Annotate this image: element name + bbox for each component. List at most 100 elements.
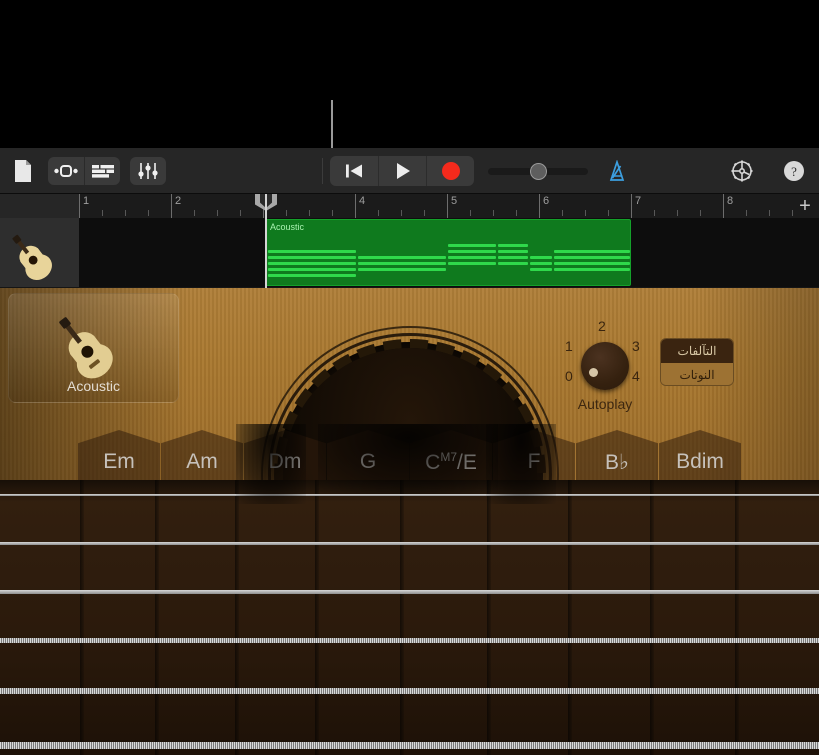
ruler-sub-tick (148, 210, 149, 216)
autoplay-control: 2 1 3 0 4 Autoplay (565, 310, 645, 430)
midi-note (268, 256, 356, 259)
ruler-sub-tick (700, 210, 701, 216)
fret-line (315, 480, 319, 755)
master-volume-slider[interactable] (488, 156, 588, 186)
ruler-sub-tick (309, 210, 310, 216)
acoustic-guitar-icon (51, 302, 139, 380)
instrument-name: Acoustic (9, 378, 178, 394)
gear-icon[interactable] (727, 157, 757, 185)
ruler-sub-tick (677, 210, 678, 216)
top-black-area (0, 0, 819, 148)
midi-note (358, 256, 446, 259)
autoplay-pos-0[interactable]: 0 (565, 368, 573, 384)
ruler-bar-number: 5 (451, 195, 457, 207)
ruler-sub-tick (217, 210, 218, 216)
fretboard-top-shadow (0, 480, 819, 502)
ruler-sub-tick (401, 210, 402, 216)
ruler-sub-tick (654, 210, 655, 216)
fret-line (650, 480, 654, 755)
ruler-sub-tick (746, 210, 747, 216)
fret-line (487, 480, 491, 755)
chords-mode-button[interactable]: التآلفات (661, 339, 733, 363)
midi-note (268, 268, 356, 271)
midi-note (448, 244, 496, 247)
midi-region[interactable]: Acoustic (265, 219, 631, 286)
ruler-bar-number: 2 (175, 195, 181, 207)
ruler-sub-tick (332, 210, 333, 216)
fret-line (735, 480, 739, 755)
ruler-header-spacer (0, 194, 79, 218)
midi-note (554, 256, 630, 259)
add-track-button[interactable]: + (793, 194, 817, 218)
record-icon[interactable] (426, 156, 474, 186)
guitar-string-3[interactable] (0, 590, 819, 594)
play-icon[interactable] (378, 156, 426, 186)
midi-note (498, 244, 528, 247)
toolbar-left-group (8, 148, 166, 194)
guitar-string-5[interactable] (0, 688, 819, 694)
chord-label: G (327, 450, 409, 474)
ruler-sub-tick (493, 210, 494, 216)
autoplay-pos-1[interactable]: 1 (565, 338, 573, 354)
ruler-sub-tick (769, 210, 770, 216)
guitar-string-6[interactable] (0, 742, 819, 749)
ruler-sub-tick (608, 210, 609, 216)
ruler-sub-tick (240, 210, 241, 216)
svg-text:?: ? (791, 164, 797, 179)
ruler-bar-number: 8 (727, 195, 733, 207)
instrument-selector[interactable]: Acoustic (8, 293, 179, 403)
chord-label: Bdim (659, 450, 741, 474)
midi-note (554, 250, 630, 253)
autoplay-label: Autoplay (565, 396, 645, 412)
ruler-bar-tick (355, 194, 356, 218)
track-view-icon[interactable] (84, 157, 120, 185)
midi-note (530, 256, 552, 259)
loop-browser-icon[interactable] (48, 157, 84, 185)
toolbar-divider (322, 158, 323, 184)
autoplay-knob[interactable] (581, 342, 629, 390)
midi-note (358, 262, 446, 265)
metronome-icon[interactable] (602, 157, 632, 185)
midi-note (498, 250, 528, 253)
guitar-string-4[interactable] (0, 638, 819, 643)
midi-note (498, 262, 528, 265)
rewind-icon[interactable] (330, 156, 378, 186)
ruler-sub-tick (562, 210, 563, 216)
mixer-icon[interactable] (130, 157, 166, 185)
ruler-sub-tick (424, 210, 425, 216)
fret-line (568, 480, 572, 755)
ruler-sub-tick (516, 210, 517, 216)
track-lane[interactable]: Acoustic (79, 218, 819, 288)
ruler-sub-tick (125, 210, 126, 216)
document-icon[interactable] (8, 157, 38, 185)
midi-note (448, 262, 496, 265)
region-label: Acoustic (270, 222, 304, 232)
ruler-ticks[interactable]: 12345678 (79, 194, 795, 218)
chord-label: CM7/E (410, 450, 492, 475)
slider-knob[interactable] (530, 163, 547, 180)
autoplay-pos-3[interactable]: 3 (632, 338, 640, 354)
ruler-sub-tick (378, 210, 379, 216)
midi-note (554, 262, 630, 265)
guitar-string-2[interactable] (0, 542, 819, 545)
ruler-bar-tick (631, 194, 632, 218)
midi-note (358, 268, 446, 271)
playhead-line (265, 194, 267, 288)
midi-note (448, 256, 496, 259)
track-header[interactable] (0, 218, 79, 288)
track-area: Acoustic (0, 218, 819, 288)
autoplay-knob-indicator (589, 368, 598, 377)
chord-label: Am (161, 450, 243, 474)
guitar-string-1[interactable] (0, 494, 819, 496)
ruler-bar-tick (79, 194, 80, 218)
autoplay-pos-2[interactable]: 2 (598, 318, 606, 334)
ruler-bar-number: 6 (543, 195, 549, 207)
transport-controls (330, 156, 474, 186)
notes-mode-button[interactable]: النوتات (661, 363, 733, 386)
autoplay-pos-4[interactable]: 4 (632, 368, 640, 384)
help-icon[interactable]: ? (779, 157, 809, 185)
timeline-ruler[interactable]: 12345678 + (0, 194, 819, 218)
ruler-sub-tick (102, 210, 103, 216)
chord-label: Dm (244, 450, 326, 474)
fretboard[interactable] (0, 480, 819, 755)
